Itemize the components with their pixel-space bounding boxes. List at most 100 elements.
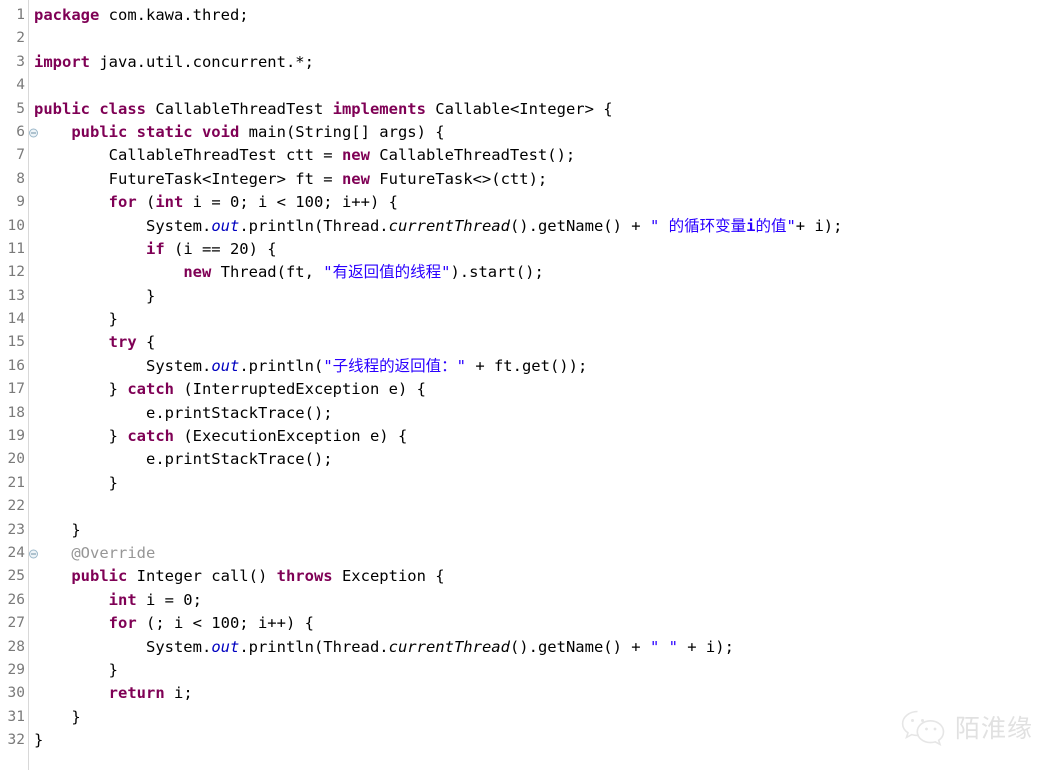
code-token: catch: [127, 427, 184, 446]
line-number: 11: [7, 240, 25, 257]
line-number: 25: [7, 568, 25, 585]
code-token: i;: [173, 684, 193, 703]
line-number: 14: [7, 311, 25, 328]
line-number: 26: [7, 591, 25, 608]
code-line[interactable]: }: [34, 519, 1047, 542]
code-line[interactable]: System.out.println(Thread.currentThread(…: [34, 636, 1047, 659]
code-token: }: [34, 660, 118, 679]
code-token: {: [145, 333, 156, 352]
code-token: .println(: [239, 356, 324, 375]
code-token: for: [108, 193, 146, 212]
line-number: 21: [7, 474, 25, 491]
line-number: 28: [7, 638, 25, 655]
code-token: 的值": [755, 216, 796, 235]
code-token: import: [34, 52, 100, 71]
code-line[interactable]: int i = 0;: [34, 589, 1047, 612]
code-line[interactable]: }: [34, 285, 1047, 308]
code-token: int: [155, 193, 193, 212]
code-line[interactable]: public Integer call() throws Exception {: [34, 565, 1047, 588]
line-number: 17: [7, 381, 25, 398]
code-token: out: [211, 216, 240, 235]
code-line[interactable]: } catch (ExecutionException e) {: [34, 425, 1047, 448]
code-token: com.kawa.thred;: [108, 6, 249, 24]
code-token: Integer call(): [136, 567, 277, 586]
code-line[interactable]: import java.util.concurrent.*;: [34, 51, 1047, 74]
line-number: 32: [7, 732, 25, 749]
line-number: 30: [7, 685, 25, 702]
code-line[interactable]: }: [34, 659, 1047, 682]
code-token: CallableThreadTest: [155, 99, 333, 118]
code-token: out: [211, 356, 240, 375]
code-token: }: [34, 473, 118, 492]
code-line[interactable]: @Override: [34, 542, 1047, 565]
code-token: }: [34, 286, 156, 305]
code-token: Thread(ft,: [220, 263, 324, 282]
code-token: "有返回值的线程": [323, 263, 451, 282]
code-line[interactable]: }: [34, 729, 1047, 752]
line-number: 23: [7, 521, 25, 538]
line-number: 9: [16, 194, 25, 211]
code-line[interactable]: return i;: [34, 682, 1047, 705]
code-token: Callable<Integer> {: [435, 99, 613, 118]
line-number: 31: [7, 708, 25, 725]
code-line[interactable]: }: [34, 706, 1047, 729]
code-line[interactable]: }: [34, 308, 1047, 331]
code-line[interactable]: } catch (InterruptedException e) {: [34, 378, 1047, 401]
line-number: 20: [7, 451, 25, 468]
code-token: (InterruptedException e) {: [183, 380, 426, 399]
code-token: + i);: [677, 637, 734, 656]
code-line[interactable]: CallableThreadTest ctt = new CallableThr…: [34, 144, 1047, 167]
line-number: 5: [16, 100, 25, 117]
code-editor[interactable]: 1 2 3 4 5 6 7 8 9 10 11 12 13 14 15 16 17 18 19 20 21 22 23 24 2…: [0, 0, 1047, 770]
code-line[interactable]: }: [34, 472, 1047, 495]
fold-collapse-icon[interactable]: [29, 128, 38, 138]
code-token: FutureTask<>(ctt);: [379, 169, 548, 188]
code-token: try: [108, 333, 146, 352]
gutter-separator: [28, 0, 29, 770]
code-token: (i == 20) {: [173, 239, 277, 258]
code-token: }: [34, 707, 81, 726]
code-line[interactable]: [34, 74, 1047, 97]
code-line[interactable]: [34, 495, 1047, 518]
code-line[interactable]: [34, 27, 1047, 50]
line-number: 3: [16, 53, 25, 70]
code-line[interactable]: for (; i < 100; i++) {: [34, 612, 1047, 635]
line-number: 29: [7, 661, 25, 678]
code-line[interactable]: public static void main(String[] args) {: [34, 121, 1047, 144]
fold-collapse-icon[interactable]: [29, 549, 38, 559]
code-content[interactable]: package com.kawa.thred; import java.util…: [28, 0, 1047, 753]
code-token: implements: [332, 99, 436, 118]
code-token: catch: [127, 380, 184, 399]
code-token: i = 0; i < 100; i++) {: [192, 193, 398, 212]
code-token: }: [34, 427, 128, 446]
line-number: 1: [16, 7, 25, 23]
code-line[interactable]: FutureTask<Integer> ft = new FutureTask<…: [34, 168, 1047, 191]
code-line[interactable]: public class CallableThreadTest implemen…: [34, 98, 1047, 121]
code-line[interactable]: new Thread(ft, "有返回值的线程").start();: [34, 261, 1047, 284]
code-line[interactable]: e.printStackTrace();: [34, 448, 1047, 471]
code-token: for: [108, 614, 146, 633]
line-number: 2: [16, 30, 25, 47]
code-line[interactable]: System.out.println(Thread.currentThread(…: [34, 215, 1047, 238]
code-token: .println(Thread.: [239, 637, 389, 656]
line-number-gutter[interactable]: 1 2 3 4 5 6 7 8 9 10 11 12 13 14 15 16 17 18 19 20 21 22 23 24 2…: [0, 0, 38, 753]
code-token: @Override: [34, 543, 156, 562]
line-number: 15: [7, 334, 25, 351]
code-token: System.: [34, 356, 212, 375]
code-line[interactable]: System.out.println("子线程的返回值：" + ft.get()…: [34, 355, 1047, 378]
code-token: return: [108, 684, 174, 703]
line-number: 13: [7, 287, 25, 304]
code-line[interactable]: e.printStackTrace();: [34, 402, 1047, 425]
code-line[interactable]: if (i == 20) {: [34, 238, 1047, 261]
line-number: 6: [0, 121, 38, 144]
code-line[interactable]: for (int i = 0; i < 100; i++) {: [34, 191, 1047, 214]
code-line[interactable]: package com.kawa.thred;: [34, 4, 1047, 27]
code-token: main(String[] args) {: [248, 122, 445, 141]
code-line[interactable]: try {: [34, 331, 1047, 354]
